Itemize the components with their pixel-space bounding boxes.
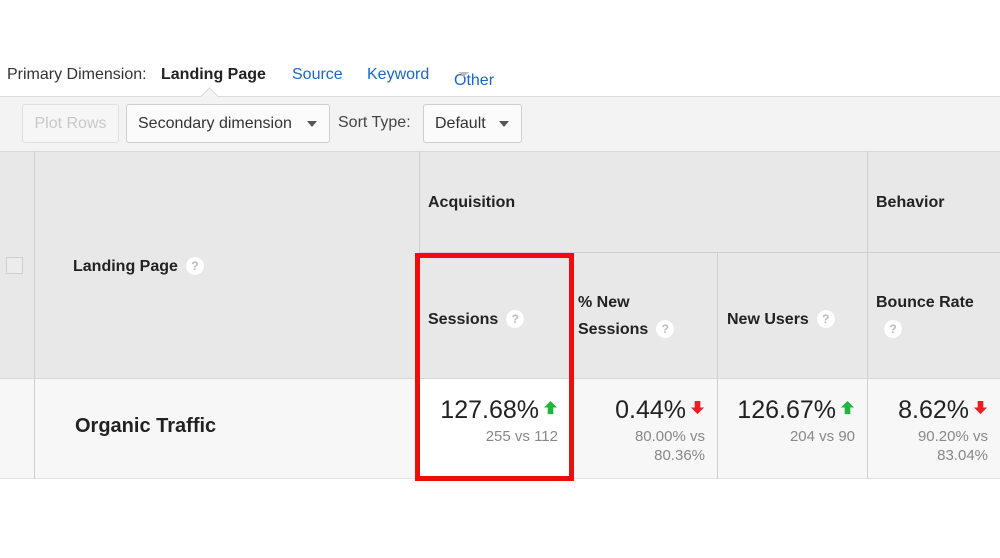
header-sessions-label: Sessions: [428, 311, 499, 328]
header-bounce-rate-label: Bounce Rate: [876, 294, 974, 311]
header-group-acquisition: Acquisition: [420, 151, 868, 253]
sessions-compare: 255 vs 112: [485, 428, 558, 445]
chevron-down-icon: [499, 121, 509, 127]
plot-rows-button[interactable]: Plot Rows: [22, 104, 119, 143]
sort-type-dropdown[interactable]: Default: [423, 104, 522, 143]
row-new-users-cell: 126.67% 204 vs 90: [718, 379, 868, 479]
help-icon[interactable]: ?: [506, 310, 525, 328]
table-toolbar: Plot Rows Secondary dimension Sort Type:…: [0, 87, 1000, 151]
arrow-down-icon: [973, 400, 988, 415]
select-all-checkbox[interactable]: [6, 257, 23, 274]
header-new-users-label: New Users: [727, 311, 809, 328]
help-icon[interactable]: ?: [656, 320, 675, 338]
new-sessions-compare-line2: 80.36%: [654, 447, 705, 464]
header-landing-page-label: Landing Page: [73, 258, 178, 275]
dimension-source-link[interactable]: Source: [292, 66, 343, 84]
help-icon[interactable]: ?: [185, 257, 204, 275]
row-select-cell: [0, 379, 35, 479]
primary-dimension-bar: Primary Dimension: Landing Page Source K…: [0, 60, 1000, 90]
chevron-down-icon: [459, 72, 469, 77]
new-sessions-compare-line1: 80.00% vs: [634, 428, 705, 445]
header-acquisition-label: Acquisition: [428, 194, 516, 211]
header-behavior-label: Behavior: [876, 194, 945, 211]
arrow-up-icon: [543, 400, 558, 415]
sort-type-value: Default: [435, 115, 486, 132]
secondary-dimension-dropdown[interactable]: Secondary dimension: [126, 104, 330, 143]
help-icon[interactable]: ?: [816, 310, 835, 328]
row-landing-page-cell: Organic Traffic: [35, 379, 420, 479]
header-new-users[interactable]: New Users?: [718, 253, 868, 378]
header-bounce-rate[interactable]: Bounce Rate ?: [868, 253, 1000, 378]
header-new-sessions-line2: Sessions: [578, 321, 649, 338]
table-row: Organic Traffic 127.68% 255 vs 112 0.44%…: [0, 378, 1000, 479]
bounce-rate-compare-line2: 83.04%: [937, 447, 988, 464]
header-sessions[interactable]: Sessions?: [420, 253, 570, 378]
arrow-down-icon: [690, 400, 705, 415]
bounce-rate-change: 8.62%: [898, 396, 969, 424]
dimension-landing-page[interactable]: Landing Page: [161, 66, 266, 84]
sessions-change: 127.68%: [440, 396, 539, 424]
row-new-sessions-cell: 0.44% 80.00% vs 80.36%: [570, 379, 718, 479]
chevron-down-icon: [307, 121, 317, 127]
data-table: Landing Page? Acquisition Behavior Sessi…: [0, 151, 1000, 480]
active-dimension-pointer: [200, 87, 219, 106]
new-sessions-change: 0.44%: [615, 396, 686, 424]
row-sessions-cell: 127.68% 255 vs 112: [420, 379, 570, 479]
secondary-dimension-label: Secondary dimension: [138, 115, 292, 132]
new-users-change: 126.67%: [737, 396, 836, 424]
header-group-behavior: Behavior: [868, 151, 1000, 253]
header-landing-page[interactable]: Landing Page?: [35, 151, 420, 378]
dimension-keyword-link[interactable]: Keyword: [367, 66, 429, 84]
header-new-sessions[interactable]: % New Sessions?: [570, 253, 718, 378]
sort-type-label: Sort Type:: [338, 114, 411, 131]
row-label: Organic Traffic: [75, 415, 217, 437]
row-bounce-rate-cell: 8.62% 90.20% vs 83.04%: [868, 379, 1000, 479]
help-icon[interactable]: ?: [884, 320, 902, 338]
new-users-compare: 204 vs 90: [789, 428, 855, 445]
header-select-cell: [0, 151, 35, 378]
arrow-up-icon: [840, 400, 855, 415]
primary-dimension-label: Primary Dimension:: [7, 66, 147, 83]
header-new-sessions-line1: % New: [578, 294, 630, 311]
bounce-rate-compare-line1: 90.20% vs: [917, 428, 988, 445]
